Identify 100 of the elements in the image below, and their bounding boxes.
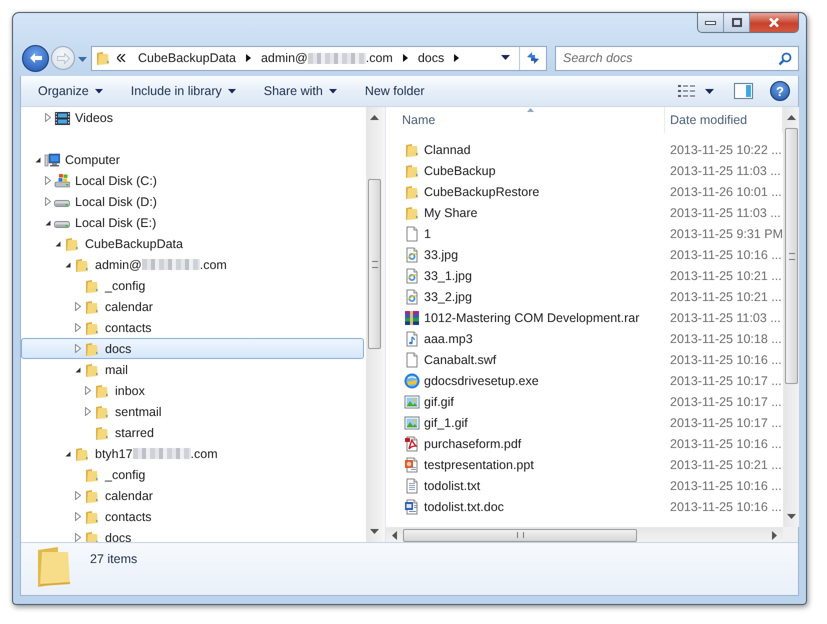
tree-item[interactable]: Computer (21, 149, 364, 170)
collapsed-arrow-icon[interactable] (45, 113, 51, 122)
address-bar[interactable]: CubeBackupData admin@ .com docs (91, 46, 547, 71)
scroll-down-arrow-icon[interactable] (370, 529, 379, 534)
file-item[interactable]: aaa.mp3 (386, 328, 665, 349)
file-item[interactable]: todolist.txt.doc (386, 496, 665, 517)
file-item[interactable]: testpresentation.ppt (386, 454, 665, 475)
back-arrow-icon (30, 53, 42, 64)
folder-icon (64, 236, 80, 252)
scroll-right-arrow-icon[interactable] (772, 530, 777, 540)
tree-item[interactable]: admin@ .com (21, 254, 364, 275)
tree-item[interactable]: Local Disk (D:) (21, 191, 364, 212)
collapsed-arrow-icon[interactable] (75, 533, 81, 542)
tree-item[interactable]: starred (21, 422, 364, 443)
expanded-arrow-icon[interactable] (45, 220, 51, 226)
expanded-arrow-icon[interactable] (75, 366, 81, 372)
preview-pane-icon (734, 83, 753, 99)
scrollbar-corner (783, 527, 798, 542)
expanded-arrow-icon[interactable] (65, 450, 71, 456)
scroll-up-arrow-icon[interactable] (787, 115, 796, 120)
file-item[interactable]: 1012-Mastering COM Development.rar (386, 307, 665, 328)
file-item[interactable]: todolist.txt (386, 475, 665, 496)
file-item[interactable]: 33.jpg (386, 244, 665, 265)
chevron-icon[interactable] (454, 54, 460, 62)
tree-item[interactable]: calendar (21, 485, 364, 506)
collapsed-arrow-icon[interactable] (45, 197, 51, 206)
maximize-button[interactable] (724, 13, 750, 32)
file-item[interactable]: CubeBackup (386, 160, 665, 181)
search-field[interactable]: Search docs (555, 46, 799, 71)
tree-item[interactable]: inbox (21, 380, 364, 401)
folder-icon (84, 278, 100, 294)
tree-item[interactable]: Local Disk (E:) (21, 212, 364, 233)
date-cell-text: 2013-11-25 11:03 ... (669, 310, 781, 324)
address-dropdown-icon[interactable] (501, 55, 510, 62)
minimize-button[interactable] (698, 13, 724, 32)
tree-item[interactable]: contacts (21, 506, 364, 527)
tree-item[interactable]: docs (21, 338, 364, 359)
column-header[interactable]: Name (386, 107, 665, 133)
close-button[interactable] (750, 13, 798, 32)
scroll-up-arrow-icon[interactable] (370, 115, 379, 120)
menu-button[interactable]: Share with (254, 79, 346, 103)
pdf-icon (404, 436, 420, 452)
menu-button[interactable]: Include in library (122, 79, 245, 103)
history-dropdown-icon[interactable] (78, 57, 87, 64)
expanded-arrow-icon[interactable] (65, 262, 71, 268)
file-item[interactable]: gif.gif (386, 391, 665, 412)
expanded-arrow-icon[interactable] (35, 156, 41, 162)
tree-item[interactable]: contacts (21, 317, 364, 338)
chevron-icon[interactable] (402, 54, 408, 62)
back-button[interactable] (22, 44, 49, 72)
tree-item[interactable]: calendar (21, 296, 364, 317)
collapsed-arrow-icon[interactable] (75, 344, 81, 353)
scrollbar-thumb[interactable] (368, 179, 381, 349)
date-cell-text: 2013-11-25 10:21 ... (669, 290, 782, 304)
tree-item[interactable]: _config (21, 275, 364, 296)
folder-icon (94, 404, 110, 420)
date-cell-text: 2013-11-25 10:17 ... (669, 416, 782, 430)
chevron-icon[interactable] (246, 54, 251, 62)
breadcrumb[interactable]: docs (414, 47, 448, 70)
collapsed-arrow-icon[interactable] (75, 512, 81, 521)
file-item[interactable]: My Share (386, 202, 665, 223)
file-item[interactable]: gdocsdrivesetup.exe (386, 370, 665, 391)
collapsed-arrow-icon[interactable] (85, 407, 91, 416)
breadcrumb[interactable]: admin@ .com (256, 47, 397, 70)
file-item[interactable]: CubeBackupRestore (386, 181, 665, 202)
double-chevron-icon[interactable] (117, 54, 126, 62)
tree-item[interactable]: _config (21, 464, 364, 485)
tree-item[interactable]: Local Disk (C:) (21, 170, 364, 191)
file-item[interactable]: 33_1.jpg (386, 265, 665, 286)
collapsed-arrow-icon[interactable] (45, 176, 51, 185)
file-item[interactable]: purchaseform.pdf (386, 433, 665, 454)
file-item[interactable]: Clannad (386, 139, 665, 160)
file-item[interactable]: gif_1.gif (386, 412, 665, 433)
scroll-down-arrow-icon[interactable] (787, 514, 796, 519)
preview-pane-button[interactable] (731, 80, 756, 102)
collapsed-arrow-icon[interactable] (75, 323, 81, 332)
scroll-left-arrow-icon[interactable] (392, 530, 397, 540)
collapsed-arrow-icon[interactable] (75, 302, 81, 311)
scrollbar-thumb[interactable] (785, 128, 798, 384)
tree-item[interactable]: CubeBackupData (21, 233, 364, 254)
horizontal-scrollbar[interactable] (386, 527, 783, 542)
toolbar-button[interactable]: New folder (356, 79, 434, 103)
breadcrumb[interactable]: CubeBackupData (134, 47, 240, 70)
file-item[interactable]: Canabalt.swf (386, 349, 665, 370)
tree-item[interactable]: mail (21, 359, 364, 380)
collapsed-arrow-icon[interactable] (85, 386, 91, 395)
vertical-scrollbar[interactable] (366, 107, 382, 542)
tree-item[interactable]: sentmail (21, 401, 364, 422)
file-item[interactable]: 33_2.jpg (386, 286, 665, 307)
vertical-scrollbar[interactable] (783, 107, 799, 527)
date-cell-text: 2013-11-25 11:03 ... (669, 206, 781, 220)
date-cell-text: 2013-11-25 9:31 PM (668, 226, 783, 240)
scrollbar-thumb[interactable] (403, 528, 637, 542)
tree-item[interactable]: Videos (21, 107, 364, 128)
computer-icon (44, 152, 60, 168)
file-item[interactable]: 1 (386, 223, 665, 244)
menu-button[interactable]: Organize (29, 79, 112, 103)
collapsed-arrow-icon[interactable] (75, 491, 81, 500)
tree-item[interactable]: btyh17 .com (21, 443, 364, 464)
expanded-arrow-icon[interactable] (55, 240, 61, 246)
